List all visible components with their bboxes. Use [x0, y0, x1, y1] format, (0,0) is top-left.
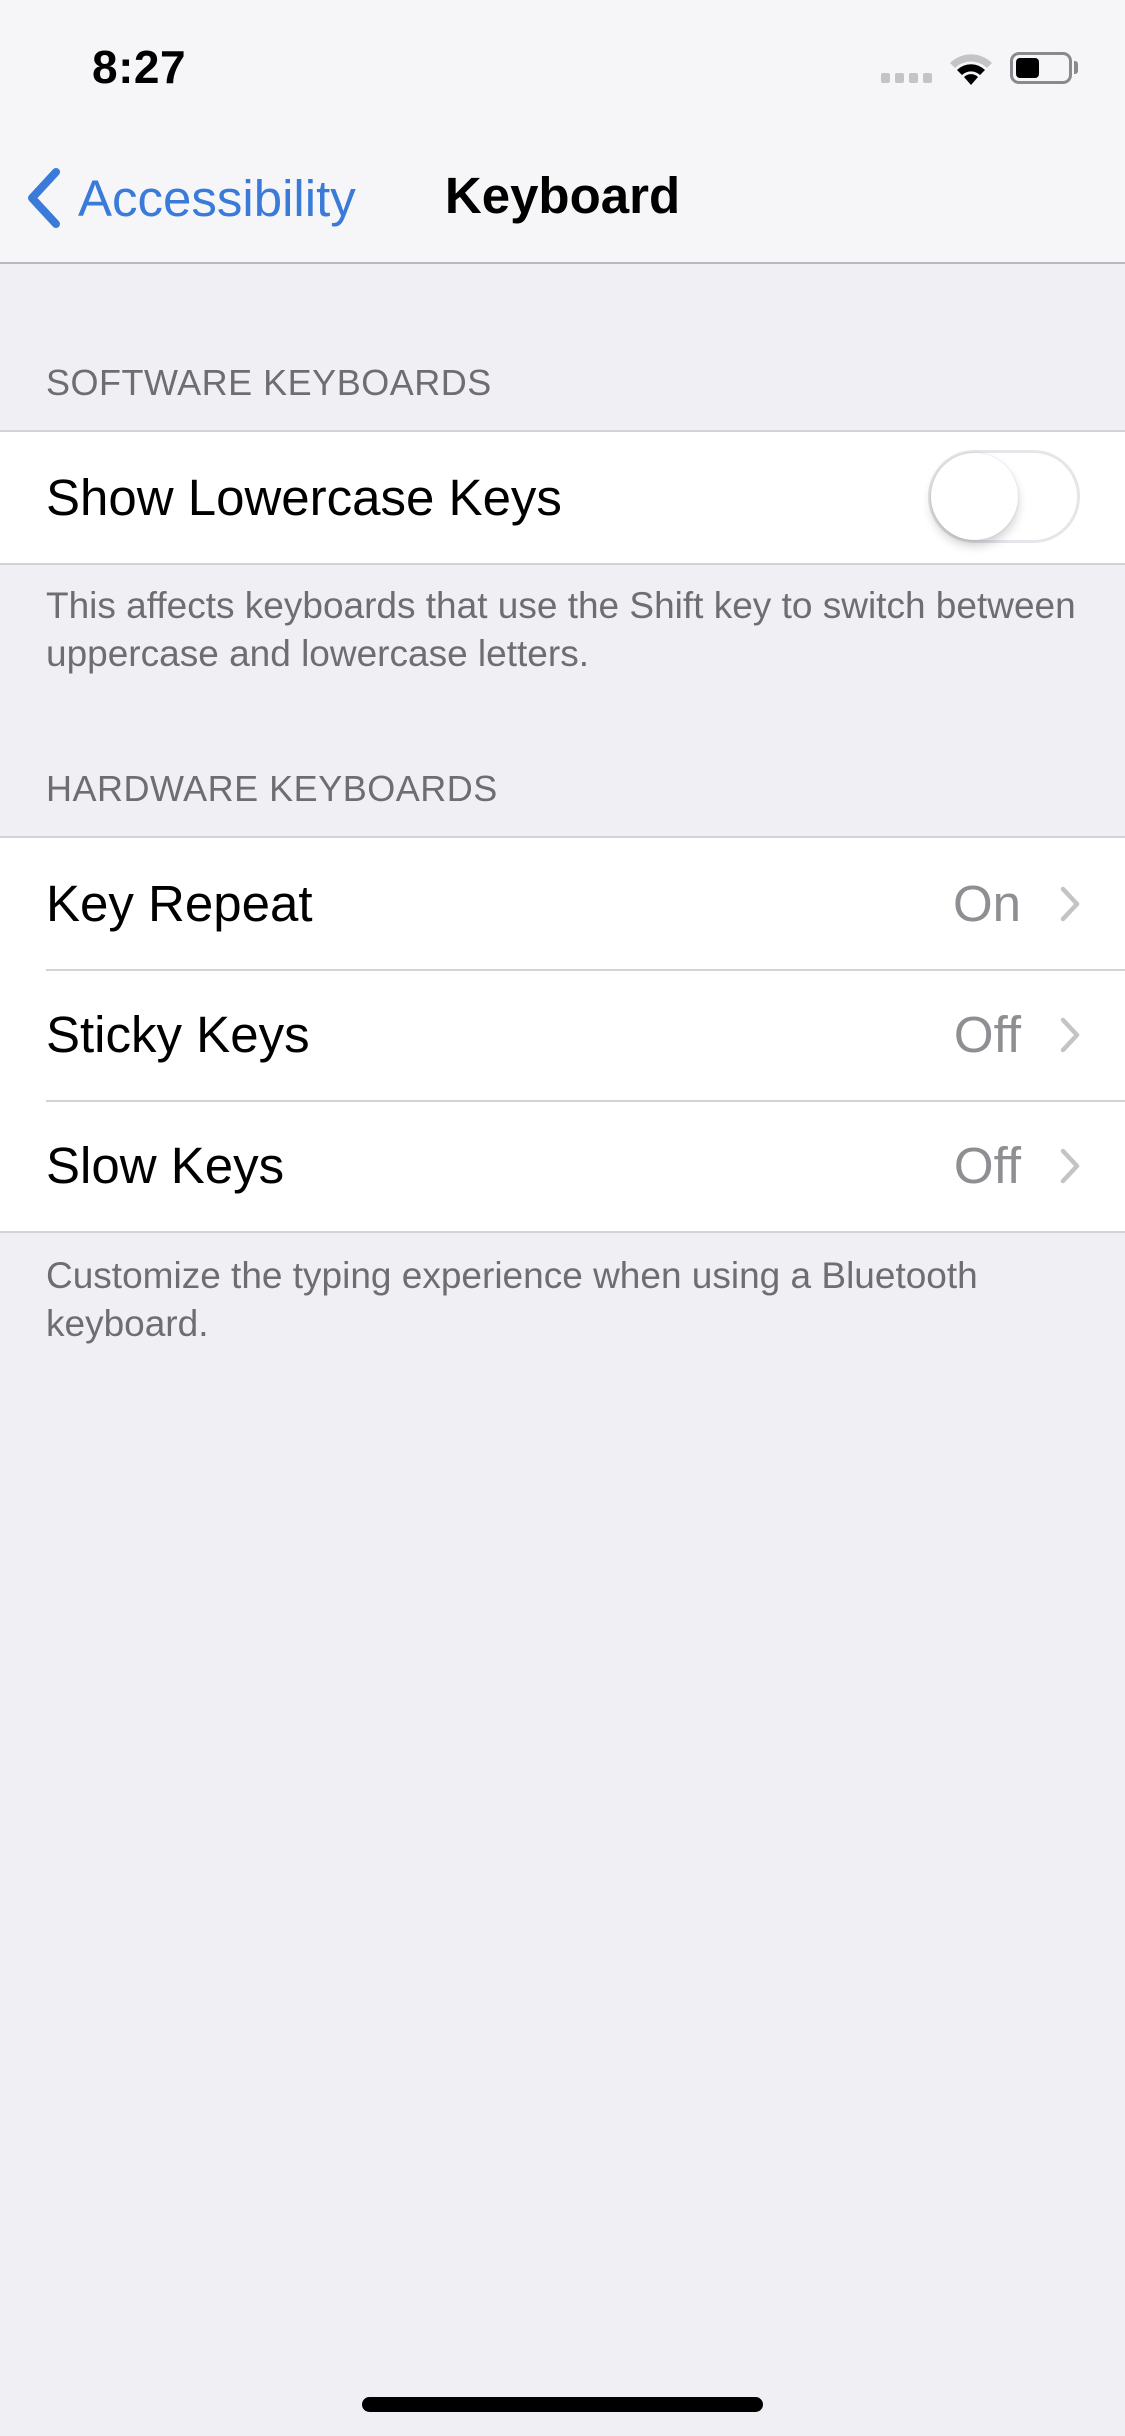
- hardware-keyboards-footer: Customize the typing experience when usi…: [46, 1255, 978, 1344]
- chevron-right-icon: [1060, 886, 1080, 921]
- chevron-right-icon: [1060, 1017, 1080, 1052]
- chevron-right-icon: [1060, 1148, 1080, 1183]
- hardware-keyboards-group: Key Repeat On Sticky Keys Off Slow Keys …: [0, 836, 1125, 1233]
- section-header-hardware: HARDWARE KEYBOARDS: [46, 768, 498, 809]
- slow-keys-label: Slow Keys: [46, 1137, 285, 1194]
- section-header-software: SOFTWARE KEYBOARDS: [46, 362, 492, 403]
- show-lowercase-keys-toggle[interactable]: [928, 450, 1080, 543]
- key-repeat-row[interactable]: Key Repeat On: [0, 838, 1125, 969]
- slow-keys-row[interactable]: Slow Keys Off: [0, 1100, 1125, 1231]
- battery-icon: [1010, 52, 1072, 84]
- slow-keys-value: Off: [953, 1137, 1021, 1194]
- cellular-signal-icon: [881, 73, 932, 83]
- key-repeat-value: On: [952, 875, 1021, 932]
- toggle-knob: [931, 453, 1018, 540]
- show-lowercase-keys-row: Show Lowercase Keys: [0, 432, 1125, 563]
- navigation-header: 8:27 Accessibility Keyboard: [0, 0, 1125, 264]
- page-title: Keyboard: [444, 167, 681, 224]
- sticky-keys-row[interactable]: Sticky Keys Off: [0, 969, 1125, 1100]
- software-keyboards-footer: This affects keyboards that use the Shif…: [46, 585, 1076, 674]
- sticky-keys-label: Sticky Keys: [46, 1006, 310, 1063]
- battery-cap: [1074, 61, 1078, 74]
- sticky-keys-value: Off: [953, 1006, 1021, 1063]
- status-time: 8:27: [92, 41, 187, 93]
- key-repeat-label: Key Repeat: [46, 875, 313, 932]
- software-keyboards-group: Show Lowercase Keys: [0, 430, 1125, 565]
- wifi-icon: [950, 54, 992, 85]
- home-indicator[interactable]: [362, 2397, 763, 2412]
- show-lowercase-keys-label: Show Lowercase Keys: [46, 469, 562, 526]
